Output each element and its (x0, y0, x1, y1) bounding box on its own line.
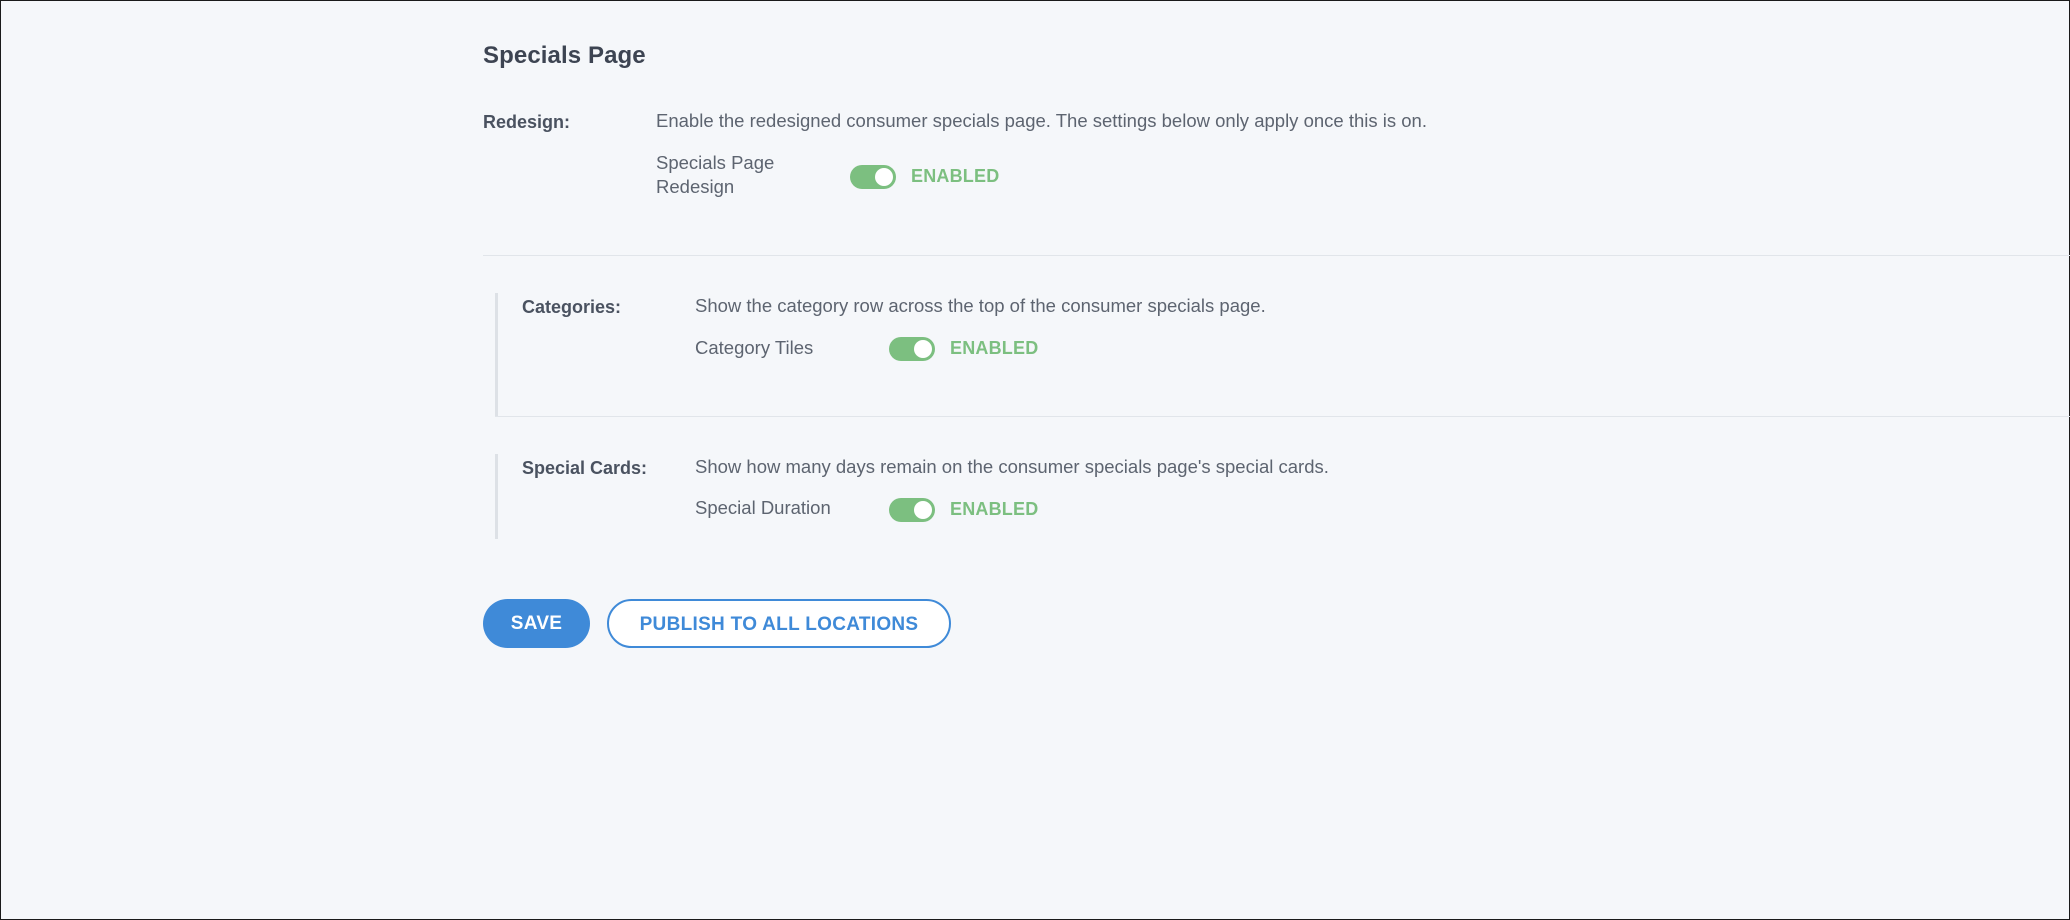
categories-indent-bar (495, 293, 498, 416)
category-tiles-setting-name: Category Tiles (695, 337, 814, 358)
redesign-label: Redesign: (483, 112, 571, 132)
toggle-knob-icon (875, 168, 893, 186)
save-button[interactable]: SAVE (483, 599, 590, 648)
redesign-toggle[interactable] (850, 165, 896, 189)
publish-to-all-locations-button[interactable]: PUBLISH TO ALL LOCATIONS (607, 599, 951, 648)
redesign-setting-name-line1: Specials Page (656, 152, 775, 173)
redesign-status: ENABLED (911, 166, 1000, 186)
category-tiles-toggle[interactable] (889, 337, 935, 361)
subsection-divider (495, 416, 2070, 417)
special-duration-setting-name: Special Duration (695, 497, 831, 518)
categories-label: Categories: (522, 297, 622, 317)
redesign-description: Enable the redesigned consumer specials … (656, 110, 1427, 131)
special-duration-status: ENABLED (950, 499, 1039, 519)
categories-description: Show the category row across the top of … (695, 295, 1266, 316)
section-divider (483, 255, 2070, 256)
toggle-knob-icon (914, 501, 932, 519)
special-cards-description: Show how many days remain on the consume… (695, 456, 1329, 477)
redesign-setting-name: Specials Page Redesign (656, 151, 774, 199)
toggle-knob-icon (914, 340, 932, 358)
special-duration-toggle[interactable] (889, 498, 935, 522)
page-title: Specials Page (483, 42, 646, 69)
category-tiles-status: ENABLED (950, 338, 1039, 358)
special-cards-label: Special Cards: (522, 458, 648, 478)
special-cards-indent-bar (495, 454, 498, 539)
redesign-setting-name-line2: Redesign (656, 176, 735, 197)
